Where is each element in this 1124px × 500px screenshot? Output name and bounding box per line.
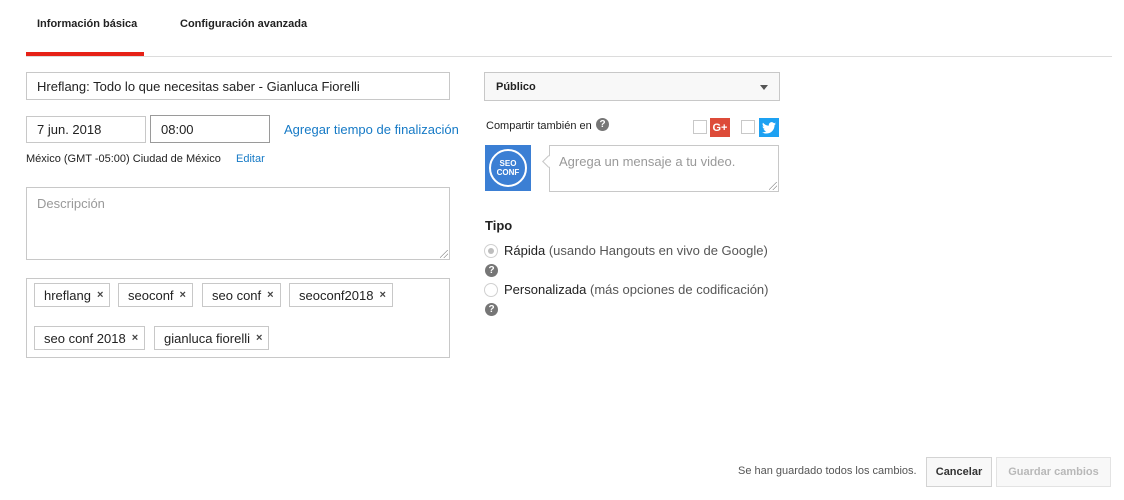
cancel-button[interactable]: Cancelar: [926, 457, 992, 487]
type-personalizada-detail: (más opciones de codificación): [590, 282, 769, 297]
tag-label: seo conf 2018: [44, 330, 126, 346]
channel-logo-line-1: SEO: [499, 159, 517, 168]
tab-informacion-basica[interactable]: Información básica: [37, 18, 137, 30]
type-rapida-help-icon[interactable]: ?: [485, 264, 498, 277]
tag-chip: seoconf2018 ×: [289, 283, 393, 307]
share-help-icon[interactable]: ?: [596, 118, 609, 131]
type-heading: Tipo: [485, 218, 513, 233]
type-rapida-name: Rápida: [504, 243, 546, 258]
type-personalizada-label[interactable]: Personalizada (más opciones de codificac…: [504, 282, 769, 297]
type-rapida-radio[interactable]: [484, 244, 498, 258]
google-plus-icon: G+: [710, 118, 730, 137]
title-input-value: Hreflang: Todo lo que necesitas saber - …: [37, 78, 360, 94]
tag-chip: seo conf ×: [202, 283, 281, 307]
chevron-down-icon: [760, 85, 768, 90]
remove-tag-icon[interactable]: ×: [132, 332, 138, 344]
type-personalizada-radio[interactable]: [484, 283, 498, 297]
edit-timezone-link[interactable]: Editar: [236, 153, 265, 165]
time-value: 08:00: [161, 121, 194, 137]
share-label: Compartir también en: [486, 120, 592, 132]
share-message-input[interactable]: Agrega un mensaje a tu video.: [549, 145, 779, 192]
tag-label: seoconf: [128, 287, 174, 303]
tag-chip: hreflang ×: [34, 283, 111, 307]
tag-label: gianluca fiorelli: [164, 330, 250, 346]
resize-handle-icon[interactable]: [769, 182, 777, 190]
timezone-label: México (GMT -05:00) Ciudad de México: [26, 153, 221, 165]
tag-label: hreflang: [44, 287, 91, 303]
tag-label: seoconf2018: [299, 287, 374, 303]
tag-chip: seo conf 2018 ×: [34, 326, 146, 350]
channel-avatar: SEO CONF: [485, 145, 531, 191]
privacy-selected-value: Público: [496, 80, 536, 93]
twitter-icon: [759, 118, 779, 137]
share-message-placeholder: Agrega un mensaje a tu video.: [559, 154, 736, 169]
resize-handle-icon[interactable]: [440, 250, 448, 258]
tabs-divider: [26, 56, 1112, 57]
remove-tag-icon[interactable]: ×: [180, 289, 186, 301]
google-plus-glyph: G+: [712, 121, 728, 134]
remove-tag-icon[interactable]: ×: [379, 289, 385, 301]
privacy-select[interactable]: Público: [484, 72, 780, 101]
type-personalizada-name: Personalizada: [504, 282, 587, 297]
tag-chip: seoconf ×: [118, 283, 193, 307]
remove-tag-icon[interactable]: ×: [97, 289, 103, 301]
date-value: 7 jun. 2018: [37, 122, 102, 137]
channel-logo-line-2: CONF: [496, 168, 520, 177]
save-status: Se han guardado todos los cambios.: [738, 465, 917, 477]
date-input[interactable]: 7 jun. 2018: [26, 116, 146, 143]
tag-label: seo conf: [212, 287, 262, 303]
title-input[interactable]: Hreflang: Todo lo que necesitas saber - …: [26, 72, 450, 100]
add-end-time-link[interactable]: Agregar tiempo de finalización: [284, 122, 459, 137]
share-google-plus-checkbox[interactable]: [693, 120, 707, 134]
type-rapida-detail: (usando Hangouts en vivo de Google): [548, 243, 768, 258]
type-rapida-label[interactable]: Rápida (usando Hangouts en vivo de Googl…: [504, 243, 768, 258]
remove-tag-icon[interactable]: ×: [256, 332, 262, 344]
time-input[interactable]: 08:00: [150, 115, 270, 143]
remove-tag-icon[interactable]: ×: [267, 289, 273, 301]
type-personalizada-help-icon[interactable]: ?: [485, 303, 498, 316]
description-placeholder: Descripción: [37, 196, 105, 211]
save-button[interactable]: Guardar cambios: [996, 457, 1111, 487]
tab-configuracion-avanzada[interactable]: Configuración avanzada: [180, 18, 307, 30]
share-twitter-checkbox[interactable]: [741, 120, 755, 134]
tag-chip: gianluca fiorelli ×: [154, 326, 270, 350]
description-input[interactable]: Descripción: [26, 187, 450, 260]
channel-logo: SEO CONF: [489, 149, 527, 187]
